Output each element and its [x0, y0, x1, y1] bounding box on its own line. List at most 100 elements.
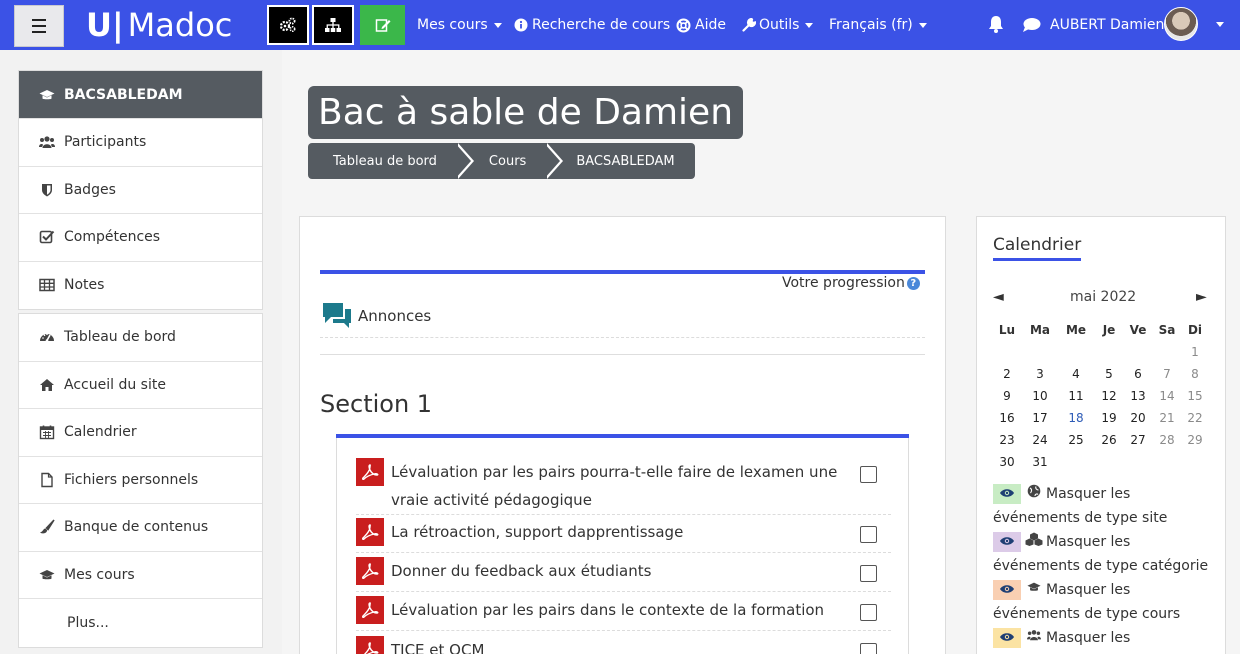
menu-mes-cours[interactable]: Mes cours [417, 0, 502, 50]
drawer-course-home[interactable]: BACSABLEDAM [19, 71, 262, 119]
user-caret-down-icon[interactable] [1216, 22, 1224, 27]
table-icon [39, 279, 55, 292]
drawer-item-tableau-de-bord[interactable]: Tableau de bord [19, 314, 262, 362]
calendar-day[interactable]: 14 [1154, 389, 1180, 403]
section-top-rule [320, 270, 925, 274]
pdf-icon [356, 458, 384, 486]
help-icon[interactable]: ? [906, 276, 920, 290]
calendar-day[interactable]: 27 [1125, 433, 1151, 447]
calendar-day[interactable]: 8 [1182, 367, 1208, 381]
calendar-day[interactable]: 29 [1182, 433, 1208, 447]
calendar-day[interactable]: 7 [1154, 367, 1180, 381]
sitemap-button[interactable] [312, 5, 354, 45]
activity-list-top-rule [336, 434, 909, 438]
activity-item[interactable]: Donner du feedback aux étudiants [356, 557, 851, 585]
calendar-day[interactable]: 19 [1096, 411, 1122, 425]
calendar-day[interactable]: 20 [1125, 411, 1151, 425]
calendar-day[interactable]: 15 [1182, 389, 1208, 403]
calendar-weekday: Lu [998, 323, 1016, 337]
drawer-item-calendrier[interactable]: Calendrier [19, 409, 262, 457]
breadcrumb-course[interactable]: BACSABLEDAM [544, 143, 695, 179]
calendar-day[interactable]: 9 [994, 389, 1020, 403]
user-name: AUBERT Damien [1050, 17, 1165, 33]
pdf-icon [356, 518, 384, 546]
menu-label: Français ‎(fr)‎ [829, 17, 913, 33]
calendar-day[interactable]: 2 [994, 367, 1020, 381]
legend-site[interactable]: Masquer les événements de type site [993, 482, 1218, 530]
calendar-day[interactable]: 5 [1096, 367, 1122, 381]
activity-item[interactable]: Lévaluation par les pairs dans le contex… [356, 596, 851, 624]
admin-cogs-button[interactable] [267, 5, 309, 45]
announcements-link[interactable]: Annonces [322, 302, 431, 330]
calendar-day[interactable]: 23 [994, 433, 1020, 447]
drawer-item-label: Calendrier [64, 424, 137, 441]
user-menu[interactable]: AUBERT Damien [1050, 0, 1164, 50]
calendar-prev-button[interactable]: ◄ [993, 289, 1004, 305]
completion-checkbox[interactable] [860, 604, 877, 621]
calendar-day[interactable]: 17 [1027, 411, 1053, 425]
eye-icon[interactable] [993, 628, 1021, 648]
activity-item[interactable]: La rétroaction, support dapprentissage [356, 518, 851, 546]
drawer-item-plus[interactable]: Plus... [19, 599, 262, 647]
breadcrumb-tableau-de-bord[interactable]: Tableau de bord [308, 143, 474, 179]
bell-icon[interactable] [988, 15, 1004, 33]
menu-outils[interactable]: Outils [742, 0, 814, 50]
completion-checkbox[interactable] [860, 565, 877, 582]
calendar-title[interactable]: Calendrier [993, 235, 1082, 261]
drawer-item-banque-contenus[interactable]: Banque de contenus [19, 504, 262, 552]
calendar-day[interactable]: 4 [1063, 367, 1089, 381]
drawer-item-fichiers-personnels[interactable]: Fichiers personnels [19, 457, 262, 504]
calendar-day[interactable]: 13 [1125, 389, 1151, 403]
avatar[interactable] [1164, 7, 1198, 41]
activity-title: TICE et QCM [391, 641, 485, 654]
wrench-icon [742, 18, 756, 32]
calendar-day[interactable]: 12 [1096, 389, 1122, 403]
calendar-day[interactable]: 28 [1154, 433, 1180, 447]
drawer-item-notes[interactable]: Notes [19, 262, 262, 310]
edit-mode-button[interactable] [360, 5, 405, 45]
calendar-day[interactable]: 1 [1182, 345, 1208, 359]
drawer-item-participants[interactable]: Participants [19, 119, 262, 167]
drawer-item-badges[interactable]: Badges [19, 167, 262, 214]
eye-icon[interactable] [993, 532, 1021, 552]
eye-icon[interactable] [993, 580, 1021, 600]
legend-category[interactable]: Masquer les événements de type catégorie [993, 530, 1218, 578]
calendar-day[interactable]: 16 [994, 411, 1020, 425]
drawer-item-mes-cours[interactable]: Mes cours [19, 552, 262, 599]
calendar-day[interactable]: 6 [1125, 367, 1151, 381]
menu-aide[interactable]: Aide [676, 0, 726, 50]
calendar-day[interactable]: 31 [1027, 455, 1053, 469]
calendar-day[interactable]: 3 [1027, 367, 1053, 381]
pdf-icon [356, 636, 384, 654]
chat-bubble-icon[interactable] [1022, 17, 1041, 33]
calendar-next-button[interactable]: ► [1196, 289, 1207, 305]
menu-recherche-cours[interactable]: Recherche de cours [514, 0, 670, 50]
activity-item[interactable]: TICE et QCM [356, 636, 851, 654]
legend-group[interactable]: Masquer les [993, 626, 1218, 650]
activity-item[interactable]: Lévaluation par les pairs pourra-t-elle … [356, 458, 851, 514]
calendar-day[interactable]: 18 [1063, 411, 1089, 425]
legend-course[interactable]: Masquer les événements de type cours [993, 578, 1218, 626]
check-square-icon [39, 230, 55, 244]
calendar-day[interactable]: 21 [1154, 411, 1180, 425]
caret-down-icon [918, 22, 927, 28]
cogs-icon [279, 17, 296, 33]
site-logo[interactable]: ᑌ| Madoc [86, 4, 232, 46]
calendar-day[interactable]: 25 [1063, 433, 1089, 447]
drawer-toggle-button[interactable] [14, 5, 64, 47]
calendar-day[interactable]: 24 [1027, 433, 1053, 447]
calendar-day[interactable]: 30 [994, 455, 1020, 469]
drawer-item-accueil-site[interactable]: Accueil du site [19, 362, 262, 409]
eye-icon[interactable] [993, 484, 1021, 504]
calendar-day[interactable]: 26 [1096, 433, 1122, 447]
drawer-item-label: BACSABLEDAM [64, 86, 183, 103]
calendar-day[interactable]: 10 [1027, 389, 1053, 403]
calendar-day[interactable]: 11 [1063, 389, 1089, 403]
completion-checkbox[interactable] [860, 466, 877, 483]
completion-checkbox[interactable] [860, 526, 877, 543]
drawer-item-competences[interactable]: Compétences [19, 214, 262, 262]
menu-langue[interactable]: Français ‎(fr)‎ [829, 0, 927, 50]
breadcrumb: Tableau de bord Cours BACSABLEDAM [308, 143, 695, 179]
calendar-day[interactable]: 22 [1182, 411, 1208, 425]
completion-checkbox[interactable] [860, 643, 877, 654]
